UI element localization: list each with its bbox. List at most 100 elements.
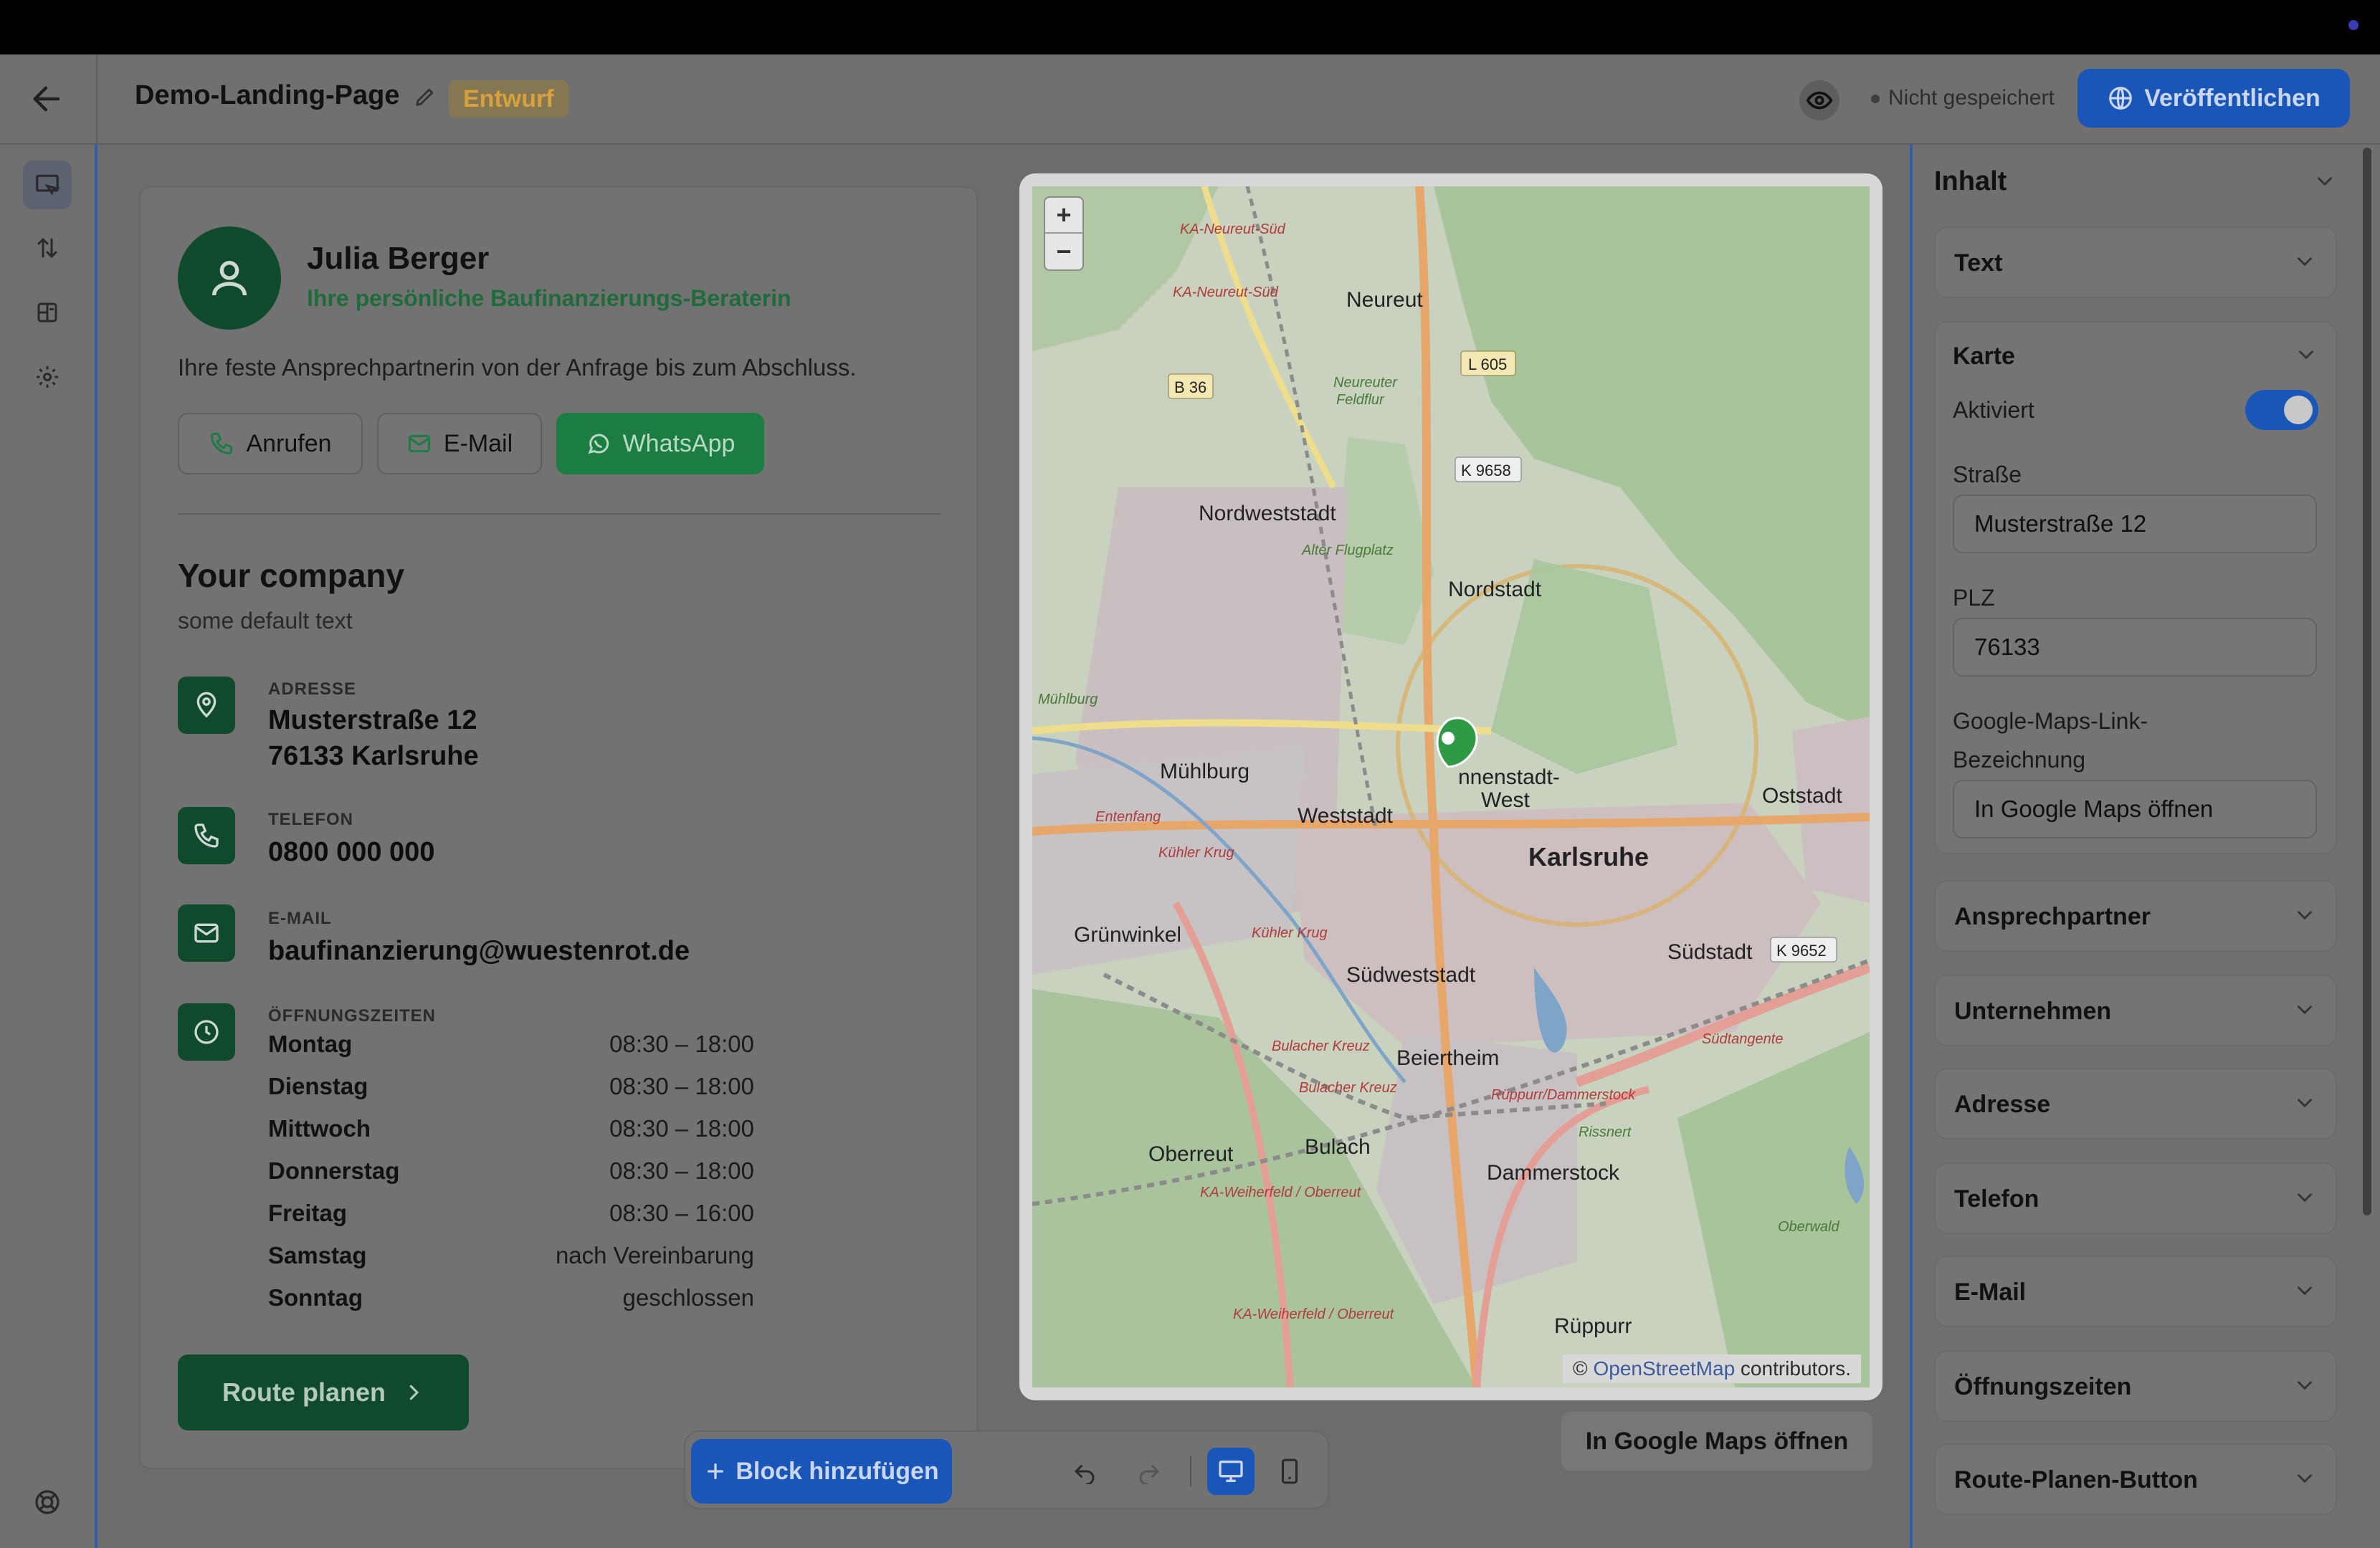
road-label: K 9652 (1776, 942, 1827, 960)
call-button[interactable]: Anrufen (178, 413, 363, 474)
openstreetmap-link[interactable]: OpenStreetMap (1593, 1357, 1735, 1380)
reorder-arrows-icon[interactable] (23, 224, 72, 272)
chevron-down-icon (2298, 1099, 2312, 1108)
accordion-label: Telefon (1954, 1185, 2039, 1213)
route-plan-button[interactable]: Route planen (178, 1354, 469, 1430)
header-divider (96, 54, 97, 145)
help-lifebuoy-icon[interactable] (23, 1478, 72, 1526)
system-top-bar (0, 0, 2380, 54)
phone-label: TELEFON (268, 810, 353, 829)
hours-day: Montag (268, 1031, 353, 1057)
hours-row: Donnerstag 08:30 – 18:00 (268, 1157, 754, 1193)
mobile-view-icon[interactable] (1266, 1448, 1313, 1495)
chevron-up-icon[interactable] (2294, 343, 2318, 367)
redo-icon[interactable] (1125, 1448, 1173, 1495)
email-label-heading: E-MAIL (268, 909, 332, 928)
accordion-ansprechpartner[interactable]: Ansprechpartner (1934, 880, 2337, 952)
accordion-route-planen-button[interactable]: Route-Planen-Button (1934, 1443, 2337, 1515)
accordion-label: Adresse (1954, 1091, 2051, 1118)
attribution-suffix: contributors. (1740, 1357, 1851, 1380)
chevron-down-icon (2298, 257, 2312, 267)
map-label: Neureuter (1333, 375, 1398, 391)
mail-icon (178, 904, 235, 962)
chevron-down-icon (2298, 1381, 2312, 1390)
accordion-unternehmen[interactable]: Unternehmen (1934, 975, 2337, 1046)
zoom-out-button[interactable]: − (1045, 234, 1082, 269)
zoom-in-button[interactable]: + (1045, 198, 1082, 234)
chevron-down-icon (2298, 1286, 2312, 1296)
map-label: West (1481, 788, 1530, 812)
link-label-input[interactable]: In Google Maps öffnen (1953, 780, 2317, 838)
hours-day: Donnerstag (268, 1157, 400, 1184)
chevron-down-icon (2298, 1193, 2312, 1203)
map-tiles[interactable]: Neureut Nordweststadt Nordstadt Mühlburg… (1032, 186, 1870, 1387)
company-subtext: some default text (178, 608, 353, 634)
floating-toolbar: Block hinzufügen (684, 1430, 1329, 1509)
map-label: Oststadt (1762, 784, 1842, 808)
undo-icon[interactable] (1061, 1448, 1108, 1495)
section-divider (178, 513, 941, 515)
zip-input[interactable]: 76133 (1953, 618, 2317, 677)
accordion-label: Text (1954, 249, 2003, 277)
map-label: Oberwald (1778, 1219, 1839, 1235)
open-google-maps-button[interactable]: In Google Maps öffnen (1561, 1412, 1872, 1471)
draft-status-badge: Entwurf (449, 80, 568, 118)
settings-gear-icon[interactable] (23, 353, 72, 401)
contact-description: Ihre feste Ansprechpartnerin von der Anf… (178, 354, 857, 381)
accordion-oeffnungszeiten[interactable]: Öffnungszeiten (1934, 1350, 2337, 1422)
whatsapp-button[interactable]: WhatsApp (556, 413, 764, 474)
map-label: Dammerstock (1487, 1161, 1620, 1185)
road-label: B 36 (1174, 378, 1206, 396)
enabled-toggle[interactable] (2245, 390, 2318, 430)
map-label: Südtangente (1702, 1031, 1783, 1047)
panel-title: Inhalt (1934, 166, 2007, 196)
hours-day: Sonntag (268, 1284, 363, 1311)
accordion-adresse[interactable]: Adresse (1934, 1068, 2337, 1140)
hours-time: 08:30 – 18:00 (609, 1073, 754, 1099)
layers-icon[interactable] (23, 288, 72, 337)
link-label-line2: Bezeichnung (1953, 747, 2086, 773)
hours-time: nach Vereinbarung (555, 1242, 754, 1268)
chevron-right-icon (409, 1385, 419, 1400)
road-label: L 605 (1468, 355, 1507, 373)
editor-header: Demo-Landing-Page Entwurf Nicht gespeich… (0, 54, 2380, 145)
karte-title: Karte (1953, 343, 2015, 370)
address-label: ADRESSE (268, 679, 357, 699)
whatsapp-icon (588, 434, 609, 454)
email-value: baufinanzierung@wuestenrot.de (268, 936, 690, 966)
map-label: Feldflur (1336, 392, 1385, 408)
map-label: Kühler Krug (1252, 925, 1328, 941)
hours-label: ÖFFNUNGSZEITEN (268, 1006, 436, 1026)
street-input[interactable]: Musterstraße 12 (1953, 494, 2317, 553)
edit-title-icon[interactable] (413, 85, 437, 109)
address-line-1: Musterstraße 12 (268, 705, 477, 735)
accordion-text[interactable]: Text (1934, 226, 2337, 298)
chevron-down-icon[interactable] (2313, 169, 2337, 194)
publish-label: Veröffentlichen (2144, 84, 2320, 112)
chevron-down-icon (2298, 1474, 2312, 1484)
map-widget[interactable]: Neureut Nordweststadt Nordstadt Mühlburg… (1019, 173, 1882, 1400)
link-label-line1: Google-Maps-Link- (1953, 708, 2148, 734)
publish-button[interactable]: Veröffentlichen (2077, 69, 2350, 128)
accordion-label: Ansprechpartner (1954, 903, 2151, 930)
zip-label: PLZ (1953, 585, 1995, 611)
map-label: Rüppurr/Dammerstock (1491, 1087, 1636, 1103)
road-label: K 9658 (1461, 462, 1511, 479)
blocks-tool-icon[interactable] (23, 161, 72, 209)
hours-time: 08:30 – 18:00 (609, 1031, 754, 1057)
map-label: Alter Flugplatz (1301, 543, 1394, 558)
map-label: Beiertheim (1396, 1046, 1499, 1070)
map-label: KA-Weiherfeld / Oberreut (1233, 1306, 1395, 1322)
accordion-email[interactable]: E-Mail (1934, 1256, 2337, 1327)
map-label: KA-Neureut-Süd (1173, 285, 1279, 300)
desktop-view-icon[interactable] (1207, 1448, 1255, 1495)
map-zoom-control: + − (1044, 196, 1084, 271)
add-block-button[interactable]: Block hinzufügen (691, 1439, 952, 1504)
back-arrow-icon[interactable] (29, 80, 66, 118)
panel-scrollbar[interactable] (2363, 148, 2371, 1215)
accordion-telefon[interactable]: Telefon (1934, 1162, 2337, 1234)
preview-eye-icon[interactable] (1799, 80, 1839, 120)
email-button[interactable]: E-Mail (377, 413, 542, 474)
map-label: Rüppurr (1554, 1314, 1632, 1338)
map-label: Kühler Krug (1158, 845, 1234, 861)
